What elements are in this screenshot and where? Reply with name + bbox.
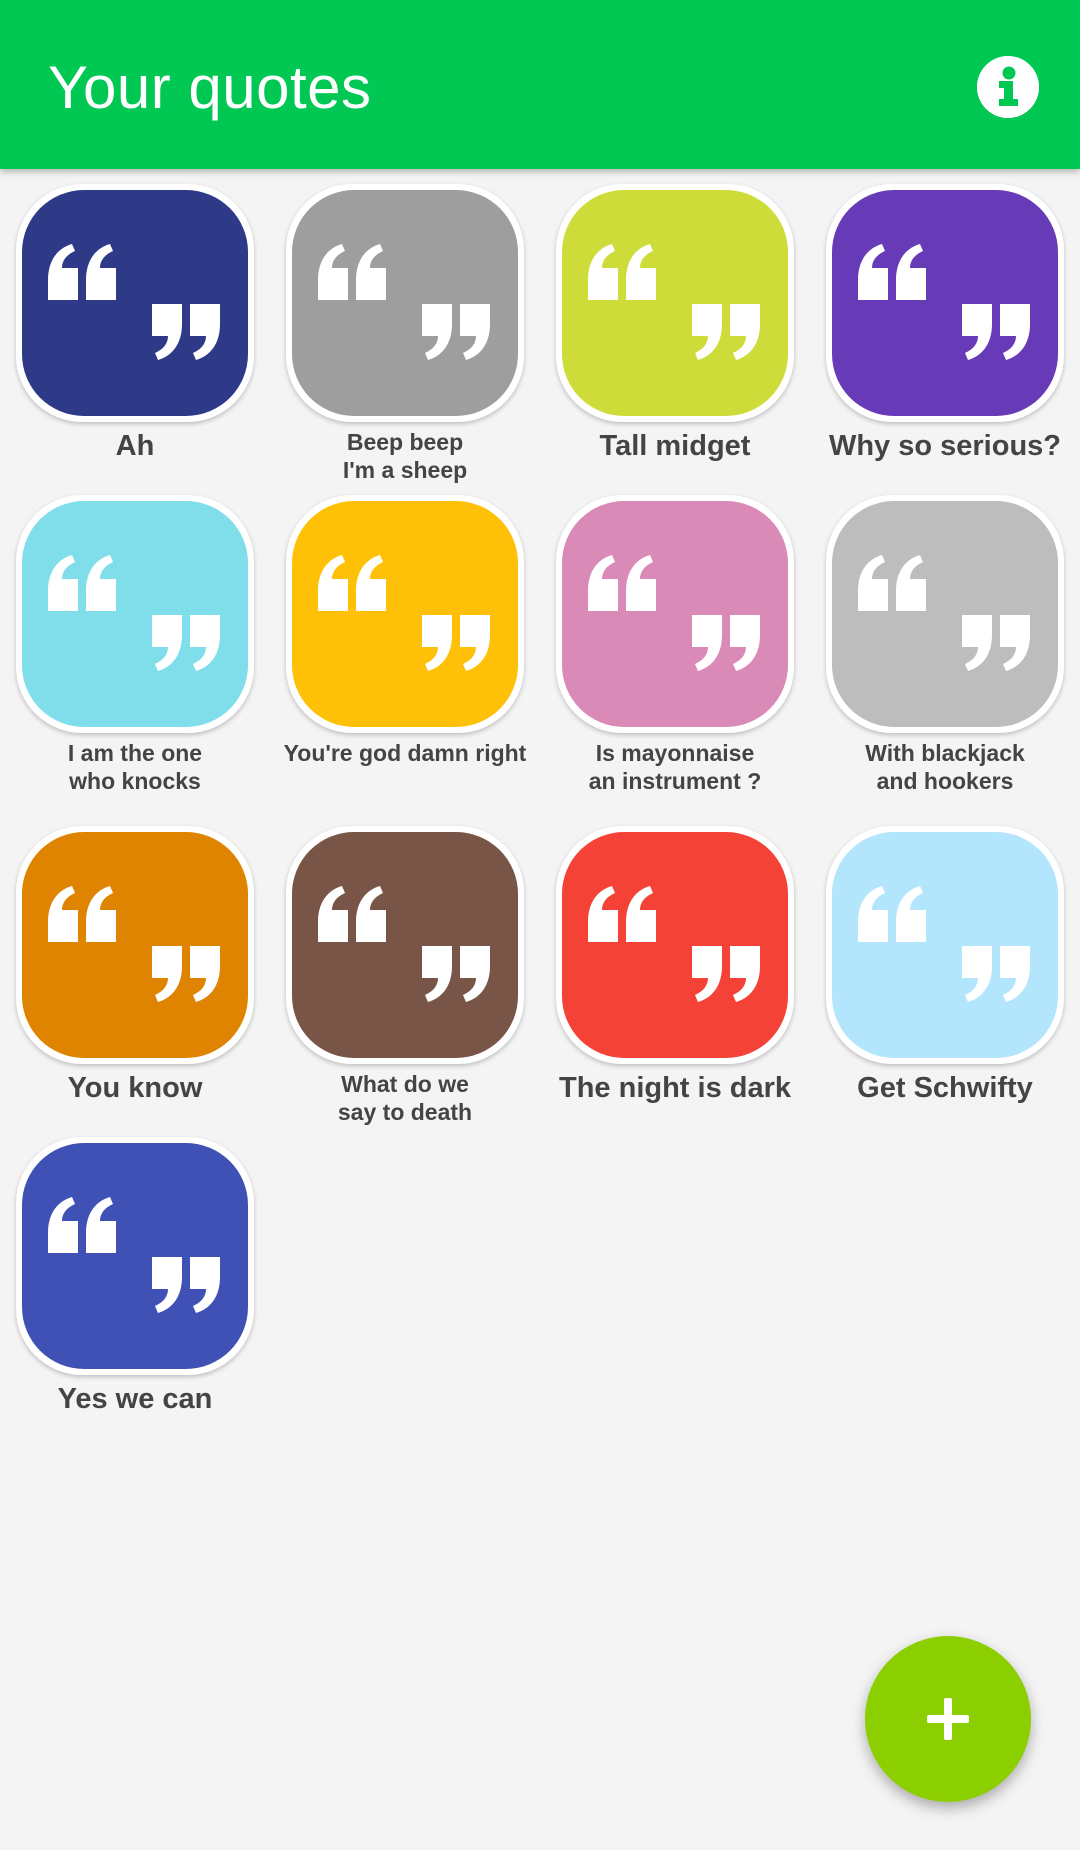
quote-tile-label: The night is dark	[558, 1072, 792, 1104]
quote-marks-icon	[832, 190, 1058, 416]
quote-tile-icon[interactable]	[16, 184, 254, 422]
quote-tile-icon[interactable]	[16, 826, 254, 1064]
page-title: Your quotes	[48, 54, 372, 121]
quote-tile[interactable]: Ah	[0, 184, 270, 484]
quote-tile[interactable]: Get Schwifty	[810, 826, 1080, 1126]
quote-tile[interactable]: Why so serious?	[810, 184, 1080, 484]
quote-tile-badge	[562, 190, 788, 416]
quote-tile[interactable]: Tall midget	[540, 184, 810, 484]
quote-tile-icon[interactable]	[286, 495, 524, 733]
quote-tile-icon[interactable]	[286, 184, 524, 422]
quote-tile[interactable]: Is mayonnaise an instrument ?	[540, 495, 810, 795]
quote-marks-icon	[22, 832, 248, 1058]
quote-tile[interactable]: You know	[0, 826, 270, 1126]
app-bar: Your quotes	[0, 0, 1080, 169]
quote-tile[interactable]: I am the one who knocks	[0, 495, 270, 795]
quote-tile-badge	[22, 832, 248, 1058]
quote-marks-icon	[562, 501, 788, 727]
quote-tile[interactable]: The night is dark	[540, 826, 810, 1126]
quote-tile-label: Beep beep I'm a sheep	[342, 429, 468, 483]
quote-marks-icon	[22, 190, 248, 416]
quote-tile-label: You know	[67, 1072, 203, 1104]
quote-tile-label: I am the one who knocks	[67, 740, 203, 794]
quote-tile-icon[interactable]	[556, 826, 794, 1064]
quote-tile-badge	[292, 501, 518, 727]
quote-tile-icon[interactable]	[556, 495, 794, 733]
quote-tile-badge	[22, 1143, 248, 1369]
quote-tile-label: What do we say to death	[337, 1071, 473, 1125]
quote-marks-icon	[292, 501, 518, 727]
quote-tile-label: Why so serious?	[828, 430, 1062, 462]
quote-tile-icon[interactable]	[826, 826, 1064, 1064]
quote-tile-label: Tall midget	[599, 430, 751, 462]
quote-tile-badge	[832, 501, 1058, 727]
quote-tile[interactable]: With blackjack and hookers	[810, 495, 1080, 795]
quote-marks-icon	[292, 190, 518, 416]
quote-marks-icon	[292, 832, 518, 1058]
add-quote-button[interactable]	[865, 1636, 1031, 1802]
plus-icon	[927, 1698, 969, 1740]
quote-tile-icon[interactable]	[286, 826, 524, 1064]
quote-tile-label: Is mayonnaise an instrument ?	[588, 740, 762, 794]
quote-marks-icon	[22, 501, 248, 727]
quote-marks-icon	[562, 190, 788, 416]
info-icon[interactable]	[977, 56, 1039, 118]
quote-tile-icon[interactable]	[16, 495, 254, 733]
quote-marks-icon	[562, 832, 788, 1058]
quote-tile-label: With blackjack and hookers	[865, 740, 1025, 794]
quote-tile-icon[interactable]	[826, 495, 1064, 733]
quote-tile-label: You're god damn right	[283, 740, 527, 766]
quote-tile[interactable]: What do we say to death	[270, 826, 540, 1126]
quote-tile[interactable]: Beep beep I'm a sheep	[270, 184, 540, 484]
quote-tile[interactable]: Yes we can	[0, 1137, 270, 1437]
quote-tile-badge	[562, 501, 788, 727]
quote-tile-label: Ah	[115, 430, 155, 462]
quote-marks-icon	[832, 832, 1058, 1058]
quote-tile-icon[interactable]	[16, 1137, 254, 1375]
quote-tile-badge	[22, 501, 248, 727]
quote-tile-badge	[832, 832, 1058, 1058]
quote-tile[interactable]: You're god damn right	[270, 495, 540, 795]
quote-tile-badge	[292, 832, 518, 1058]
quote-tile-label: Get Schwifty	[857, 1072, 1033, 1104]
quote-tile-badge	[562, 832, 788, 1058]
quote-marks-icon	[832, 501, 1058, 727]
quote-tile-icon[interactable]	[556, 184, 794, 422]
quote-tile-badge	[22, 190, 248, 416]
quote-tile-label: Yes we can	[57, 1383, 213, 1415]
quote-tile-icon[interactable]	[826, 184, 1064, 422]
quote-tile-badge	[292, 190, 518, 416]
quote-marks-icon	[22, 1143, 248, 1369]
quote-tile-badge	[832, 190, 1058, 416]
